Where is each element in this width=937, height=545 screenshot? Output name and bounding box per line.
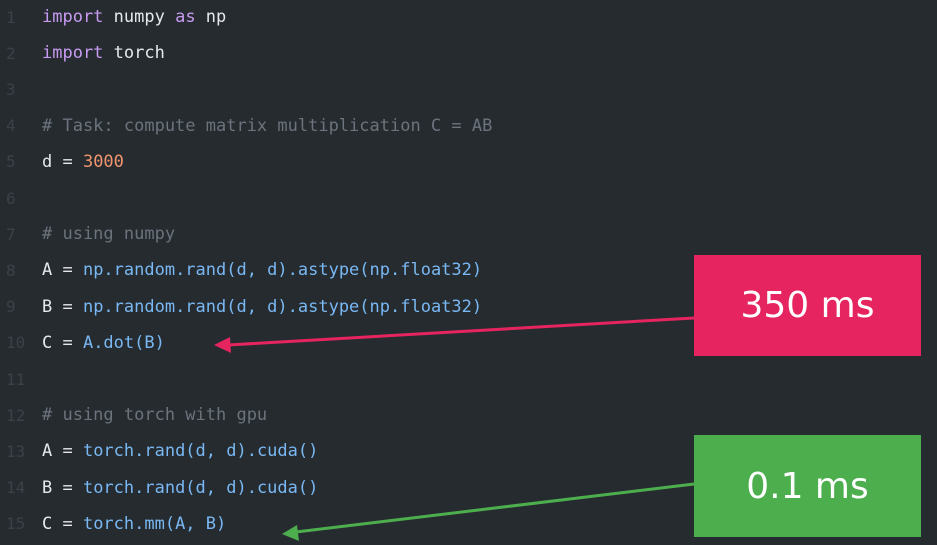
torch-arrow-head	[282, 525, 299, 541]
numpy-timing-badge: 350 ms	[694, 255, 921, 356]
torch-arrow-line	[295, 482, 695, 534]
torch-timing-badge: 0.1 ms	[694, 435, 921, 537]
numpy-arrow-line	[227, 316, 695, 347]
numpy-arrow-head	[214, 337, 231, 353]
